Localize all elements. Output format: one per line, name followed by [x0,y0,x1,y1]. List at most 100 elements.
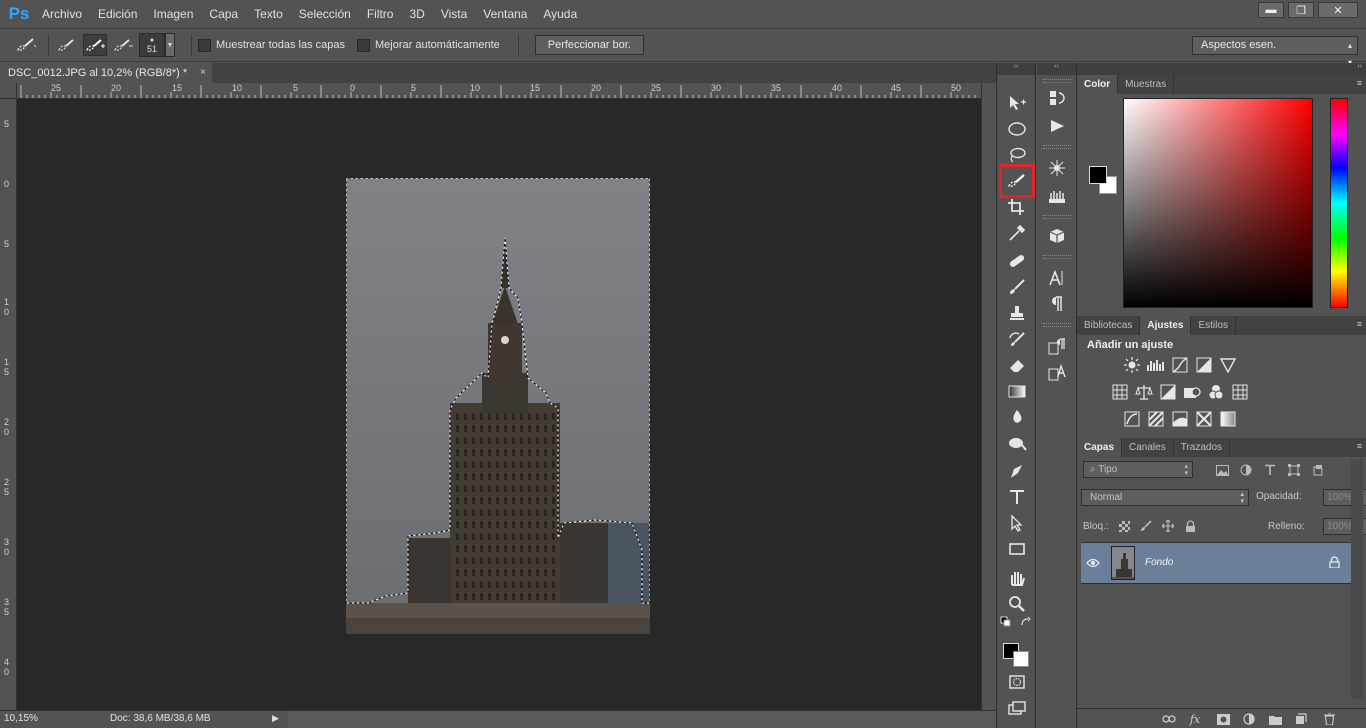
close-tab-icon[interactable]: × [200,63,206,83]
document-tab[interactable]: DSC_0012.JPG al 10,2% (RGB/8*) * × [0,63,212,83]
checkbox-box[interactable] [198,38,211,52]
new-layer-button[interactable] [1293,712,1309,726]
spot-healing-tool[interactable] [1004,249,1030,273]
tab-bibliotecas[interactable]: Bibliotecas [1077,316,1141,335]
tab-trazados[interactable]: Trazados [1174,438,1231,457]
menu-seleccion[interactable]: Selección [291,0,359,28]
tab-capas[interactable]: Capas [1077,438,1123,457]
actions-panel-button[interactable] [1045,115,1069,137]
lock-all-button[interactable] [1183,519,1197,533]
filter-shape-layers-button[interactable] [1287,463,1301,477]
workspace-select[interactable]: Aspectos esen. ▴▾ [1192,36,1358,67]
color-lookup-adjustment-button[interactable] [1231,384,1249,400]
levels-adjustment-button[interactable] [1147,357,1165,373]
zoom-field[interactable]: 10,15% [4,713,46,727]
tab-muestras[interactable]: Muestras [1118,75,1175,94]
channel-mixer-adjustment-button[interactable] [1207,384,1225,400]
brush-settings-panel-button[interactable] [1045,157,1069,179]
close-button[interactable]: ✕ [1318,2,1358,18]
path-selection-tool[interactable] [1004,511,1030,535]
pen-tool[interactable] [1004,459,1030,483]
blend-mode-select[interactable]: Normal ▴ ▾ [1081,489,1249,506]
menu-capa[interactable]: Capa [201,0,246,28]
brush-presets-panel-button[interactable] [1045,185,1069,207]
type-tool[interactable] [1004,485,1030,509]
photo-filter-adjustment-button[interactable] [1183,384,1201,400]
horizontal-ruler[interactable]: 25 20 15 10 5 0 5 10 15 20 25 30 35 40 4… [17,83,981,99]
brush-size-picker[interactable]: ● 51 [139,33,165,57]
tool-preset-picker[interactable] [10,33,42,57]
screen-mode-button[interactable] [1004,696,1030,720]
gradient-tool[interactable] [1004,379,1030,403]
rectangle-tool[interactable] [1004,537,1030,561]
ruler-origin[interactable] [0,83,17,99]
dock-grip[interactable] [1043,323,1071,327]
collapse-arrows-icon[interactable]: ›› [1077,63,1366,75]
color-panel-foreground-swatch[interactable] [1089,166,1107,184]
lasso-tool[interactable] [1004,143,1030,167]
layer-name[interactable]: Fondo [1145,557,1173,568]
selective-color-adjustment-button[interactable] [1195,411,1213,427]
character-panel-button[interactable] [1045,267,1069,289]
new-adjustment-layer-button[interactable] [1241,712,1257,726]
menu-archivo[interactable]: Archivo [34,0,90,28]
menu-texto[interactable]: Texto [246,0,291,28]
hand-tool[interactable] [1004,566,1030,590]
auto-enhance-checkbox[interactable]: Mejorar automáticamente [357,38,500,52]
add-mask-button[interactable] [1215,712,1231,726]
zoom-tool[interactable] [1004,592,1030,616]
curves-adjustment-button[interactable] [1171,357,1189,373]
elliptical-marquee-tool[interactable] [1004,117,1030,141]
filter-pixel-layers-button[interactable] [1215,463,1229,477]
brush-size-dropdown[interactable]: ▼ [165,33,175,57]
color-swatches[interactable] [1003,637,1031,667]
lock-image-pixels-button[interactable] [1139,519,1153,533]
menu-filtro[interactable]: Filtro [359,0,402,28]
layer-thumbnail[interactable] [1111,546,1135,580]
filter-type-layers-button[interactable] [1263,463,1277,477]
menu-vista[interactable]: Vista [433,0,475,28]
blur-tool[interactable] [1004,405,1030,429]
minimize-button[interactable]: ▬ [1258,2,1284,18]
new-selection-mode[interactable] [55,34,79,56]
color-picker-field[interactable] [1123,98,1313,308]
vertical-scrollbar[interactable] [981,83,996,710]
menu-ventana[interactable]: Ventana [475,0,535,28]
layers-scrollbar[interactable] [1351,459,1363,699]
move-tool[interactable] [1004,91,1030,115]
gradient-map-adjustment-button[interactable] [1219,411,1237,427]
exposure-adjustment-button[interactable] [1195,357,1213,373]
color-balance-adjustment-button[interactable] [1135,384,1153,400]
tab-estilos[interactable]: Estilos [1191,316,1236,335]
quick-mask-button[interactable] [1004,670,1030,694]
document-image[interactable] [346,178,650,634]
swap-colors-button[interactable] [1019,615,1033,629]
filter-adjustment-layers-button[interactable] [1239,463,1253,477]
history-brush-tool[interactable] [1004,327,1030,351]
eyedropper-tool[interactable] [1004,221,1030,245]
invert-adjustment-button[interactable] [1123,411,1141,427]
restore-button[interactable]: ❐ [1288,2,1314,18]
subtract-from-selection-mode[interactable] [111,34,135,56]
clone-stamp-tool[interactable] [1004,301,1030,325]
3d-panel-button[interactable] [1045,225,1069,247]
paragraph-styles-panel-button[interactable] [1045,335,1069,357]
tab-ajustes[interactable]: Ajustes [1140,316,1192,335]
paragraph-panel-button[interactable] [1045,293,1069,315]
history-panel-button[interactable] [1045,87,1069,109]
brush-tool[interactable] [1004,275,1030,299]
eraser-tool[interactable] [1004,353,1030,377]
threshold-adjustment-button[interactable] [1171,411,1189,427]
tab-canales[interactable]: Canales [1122,438,1174,457]
collapse-arrows-icon[interactable]: ‹‹ [997,63,1035,75]
hue-slider[interactable] [1330,98,1348,308]
dock-grip[interactable] [1043,79,1071,83]
lock-position-button[interactable] [1161,519,1175,533]
menu-ayuda[interactable]: Ayuda [535,0,585,28]
menu-edicion[interactable]: Edición [90,0,145,28]
horizontal-scrollbar[interactable] [288,711,996,728]
dock-grip[interactable] [1043,215,1071,219]
add-to-selection-mode[interactable] [83,34,107,56]
tab-color[interactable]: Color [1077,75,1119,94]
posterize-adjustment-button[interactable] [1147,411,1165,427]
